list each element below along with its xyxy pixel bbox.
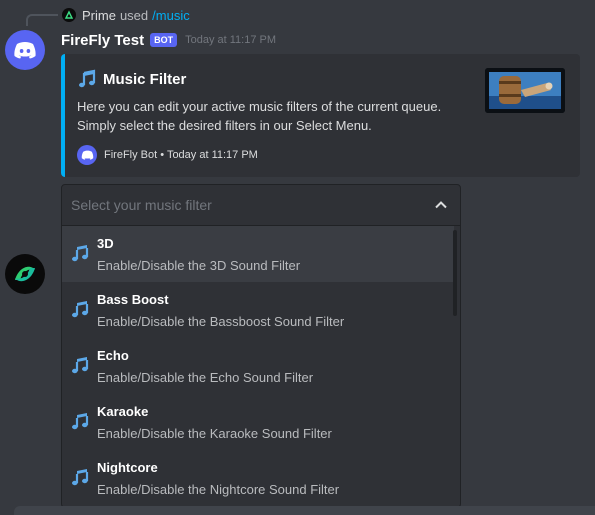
bot-username[interactable]: FireFly Test <box>61 32 144 49</box>
message-input-bar[interactable] <box>14 506 595 515</box>
embed-thumbnail[interactable] <box>485 68 565 113</box>
reply-spine <box>26 14 58 26</box>
music-note-icon <box>72 469 89 486</box>
filter-option-nightcore[interactable]: Nightcore Enable/Disable the Nightcore S… <box>62 450 454 506</box>
reply-username[interactable]: Prime <box>82 8 116 23</box>
option-description: Enable/Disable the 3D Sound Filter <box>97 258 301 273</box>
embed-footer-text: FireFly Bot • Today at 11:17 PM <box>104 149 258 161</box>
option-description: Enable/Disable the Nightcore Sound Filte… <box>97 482 340 497</box>
option-description: Enable/Disable the Echo Sound Filter <box>97 370 314 385</box>
message-header: FireFly Test BOT Today at 11:17 PM <box>61 30 276 50</box>
bot-avatar[interactable] <box>5 30 45 70</box>
music-note-icon <box>72 357 89 374</box>
discord-logo-icon <box>14 42 36 59</box>
embed-description: Here you can edit your active music filt… <box>77 99 442 133</box>
chevron-up-icon[interactable] <box>434 198 448 212</box>
embed-footer: FireFly Bot • Today at 11:17 PM <box>77 145 258 165</box>
option-label: 3D <box>97 236 114 251</box>
music-filter-embed: Music Filter Here you can edit your acti… <box>61 54 580 177</box>
embed-title: Music Filter <box>77 69 186 89</box>
user-avatar[interactable] <box>5 254 45 294</box>
option-description: Enable/Disable the Karaoke Sound Filter <box>97 426 332 441</box>
embed-title-text: Music Filter <box>103 70 187 88</box>
message-timestamp[interactable]: Today at 11:17 PM <box>185 34 276 46</box>
option-label: Bass Boost <box>97 292 169 307</box>
reply-used-text: used <box>119 7 149 23</box>
music-note-icon <box>72 245 89 262</box>
green-swirl-logo-icon <box>15 266 35 282</box>
discord-chat: Prime used /music FireFly Test BOT Today… <box>0 0 595 515</box>
select-dropdown: 3D Enable/Disable the 3D Sound Filter Ba… <box>61 226 461 508</box>
option-label: Echo <box>97 348 129 363</box>
footer-discord-icon <box>77 145 97 165</box>
reply-context[interactable]: Prime used /music <box>62 6 190 24</box>
dropdown-scrollbar[interactable] <box>453 230 457 316</box>
bot-tag: BOT <box>150 33 178 47</box>
filter-option-bass-boost[interactable]: Bass Boost Enable/Disable the Bassboost … <box>62 282 454 338</box>
embed-accent-bar <box>61 54 65 177</box>
option-label: Karaoke <box>97 404 149 419</box>
music-note-icon <box>79 69 96 88</box>
filter-option-echo[interactable]: Echo Enable/Disable the Echo Sound Filte… <box>62 338 454 394</box>
music-filter-select[interactable]: Select your music filter <box>61 184 461 226</box>
option-label: Nightcore <box>97 460 158 475</box>
select-placeholder[interactable]: Select your music filter <box>71 197 212 213</box>
music-note-icon <box>72 301 89 318</box>
filter-option-karaoke[interactable]: Karaoke Enable/Disable the Karaoke Sound… <box>62 394 454 450</box>
reply-command[interactable]: /music <box>152 8 190 23</box>
music-note-icon <box>72 413 89 430</box>
option-description: Enable/Disable the Bassboost Sound Filte… <box>97 314 345 329</box>
prime-avatar[interactable] <box>62 8 76 22</box>
filter-option-3d[interactable]: 3D Enable/Disable the 3D Sound Filter <box>62 226 454 282</box>
